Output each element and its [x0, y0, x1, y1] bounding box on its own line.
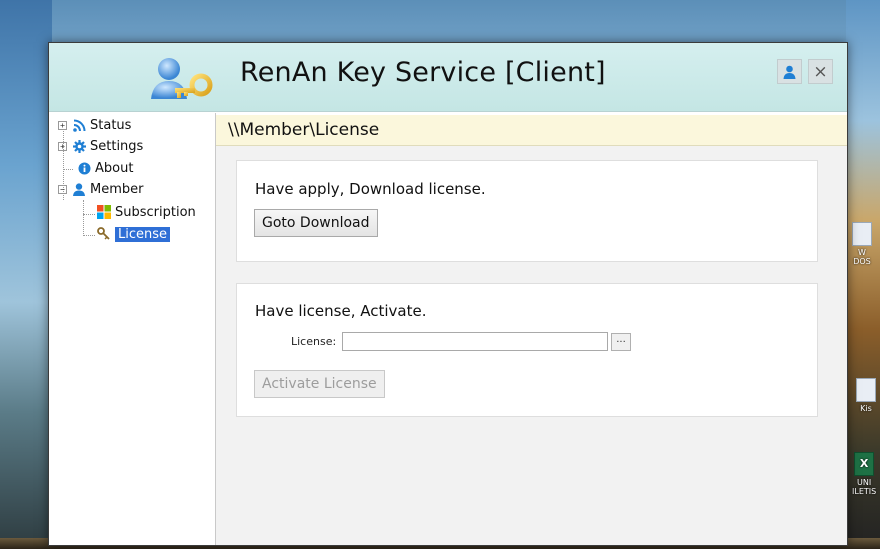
- excel-icon: X: [854, 452, 875, 476]
- user-icon: [783, 65, 796, 79]
- tree-item-about[interactable]: About: [77, 158, 133, 178]
- goto-download-button[interactable]: Goto Download: [254, 209, 378, 237]
- account-button[interactable]: [777, 59, 802, 84]
- activate-license-button[interactable]: Activate License: [254, 370, 385, 398]
- windows-logo-icon: [97, 205, 111, 219]
- app-window: RenAn Key Service [Client] × + Status +: [48, 42, 848, 546]
- tree-item-settings[interactable]: + Settings: [58, 136, 143, 156]
- close-icon: ×: [813, 61, 828, 82]
- tree-connector: [63, 169, 73, 170]
- collapse-icon[interactable]: −: [58, 184, 67, 194]
- title-bar[interactable]: RenAn Key Service [Client] ×: [49, 43, 847, 112]
- gear-icon: [72, 139, 86, 153]
- tree-item-label: Settings: [90, 138, 144, 154]
- download-heading: Have apply, Download license.: [255, 180, 486, 198]
- tree-item-label: Status: [90, 117, 132, 133]
- activate-heading: Have license, Activate.: [255, 302, 427, 320]
- desktop-icon-document[interactable]: W DOS: [852, 222, 872, 266]
- close-button[interactable]: ×: [808, 59, 833, 84]
- desktop-icon-excel[interactable]: X UNI ILETIS: [852, 452, 876, 496]
- expand-icon[interactable]: +: [58, 141, 67, 151]
- tree-item-label: About: [95, 160, 134, 176]
- app-logo-icon: [151, 58, 213, 99]
- rss-icon: [72, 118, 86, 132]
- download-panel: Have apply, Download license. Goto Downl…: [236, 160, 818, 262]
- tree-item-subscription[interactable]: Subscription: [97, 202, 196, 222]
- tree-item-status[interactable]: + Status: [58, 115, 131, 135]
- tree-item-label-selected: License: [115, 226, 171, 242]
- expand-icon[interactable]: +: [58, 120, 67, 130]
- key-icon: [97, 227, 111, 241]
- license-field-label: License:: [291, 335, 337, 348]
- info-icon: [77, 161, 91, 175]
- browse-button[interactable]: ...: [611, 333, 631, 351]
- license-input[interactable]: [342, 332, 608, 351]
- tree-connector: [83, 235, 95, 236]
- navigation-tree: + Status + Settings About − Member Subsc…: [49, 113, 216, 545]
- document-icon: [856, 378, 876, 402]
- content-area: Have apply, Download license. Goto Downl…: [216, 146, 847, 545]
- tree-item-license[interactable]: License: [97, 224, 171, 244]
- tree-item-label: Member: [90, 181, 144, 197]
- user-icon: [72, 182, 86, 196]
- tree-item-member[interactable]: − Member: [58, 179, 143, 199]
- document-icon: [852, 222, 872, 246]
- desktop-wallpaper-left: [0, 0, 52, 549]
- tree-connector: [83, 200, 84, 236]
- breadcrumb: \\Member\License: [216, 115, 847, 146]
- tree-connector: [83, 214, 95, 215]
- window-title: RenAn Key Service [Client]: [240, 57, 606, 88]
- activate-panel: Have license, Activate. License: ... Act…: [236, 283, 818, 417]
- tree-item-label: Subscription: [115, 204, 196, 220]
- desktop-icon-kis[interactable]: Kis: [856, 378, 876, 413]
- breadcrumb-path: \\Member\License: [228, 120, 380, 140]
